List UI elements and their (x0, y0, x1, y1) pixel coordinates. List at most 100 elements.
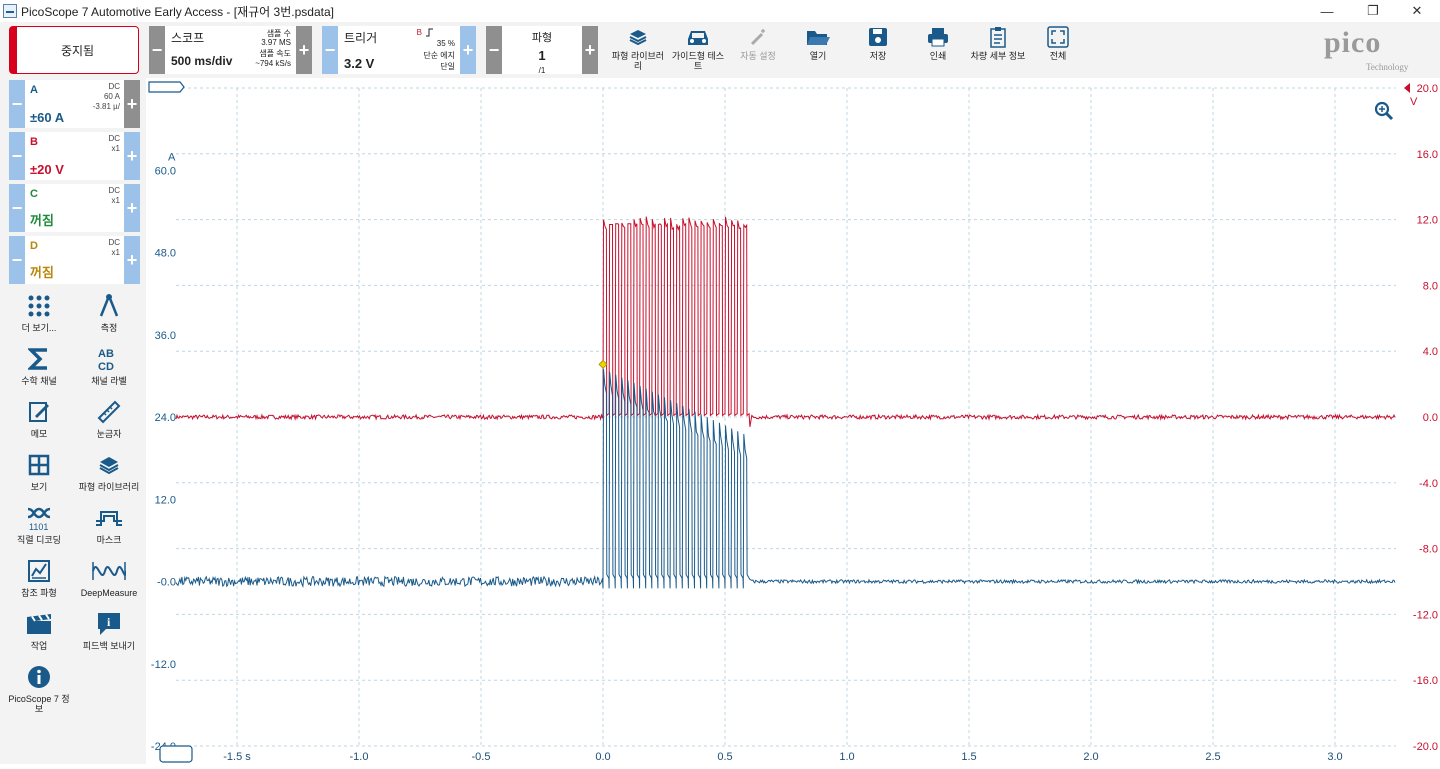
trigger-channel: B (416, 28, 422, 37)
clipboard-icon (990, 27, 1006, 48)
library-icon (99, 457, 119, 475)
vehicle-details-label: 차량 세부 정보 (970, 51, 1026, 61)
fullscreen-label: 전체 (1049, 51, 1067, 61)
folder-icon (807, 31, 830, 45)
waveform-prev-button[interactable]: − (486, 26, 502, 74)
trigger-mode[interactable]: 단순 에지 (423, 50, 455, 61)
channel-b-coupling: DC (108, 134, 120, 143)
waveform-current[interactable]: 1 (502, 48, 582, 63)
mask-button[interactable]: 마스크 (76, 504, 142, 556)
channel-a-coupling-block: DC 60 A -3.81 µ/ (93, 82, 120, 112)
oscilloscope-plot[interactable]: -1.5 s -1.0 -0.5 0.0 0.5 1.0 1.5 2.0 2.5 3.0 20.0 1… (146, 78, 1440, 764)
channel-c-body[interactable]: C DC x1 꺼짐 (25, 184, 124, 232)
feedback-button[interactable]: i 피드백 보내기 (76, 610, 142, 662)
sidebar: − A DC 60 A -3.81 µ/ ±60 A + − B DC x1 ±… (0, 78, 146, 764)
minimize-button[interactable]: — (1304, 0, 1350, 22)
channel-c-decrease-button[interactable]: − (9, 184, 25, 232)
clapper-icon (27, 613, 51, 634)
maximize-button[interactable]: ❐ (1350, 0, 1396, 22)
channel-b-scale-marker (1404, 83, 1410, 93)
x-tick-label: -1.5 s (223, 751, 251, 763)
notes-button[interactable]: 메모 (6, 398, 72, 450)
x-tick-label: 1.5 (961, 751, 976, 763)
channel-d-coupling-block: DC x1 (108, 238, 120, 258)
channel-a-body[interactable]: A DC 60 A -3.81 µ/ ±60 A (25, 80, 124, 128)
run-stop-button[interactable]: 중지됨 (9, 26, 139, 74)
more-button[interactable]: 더 보기... (6, 292, 72, 344)
zoom-icon[interactable] (1374, 101, 1394, 121)
channel-b-body[interactable]: B DC x1 ±20 V (25, 132, 124, 180)
fullscreen-button[interactable]: 전체 (1028, 26, 1088, 74)
auto-setup-button[interactable]: 자동 설정 (728, 26, 788, 74)
right-tick-label: 12.0 (1417, 215, 1438, 227)
channel-a-coupling: DC (108, 82, 120, 91)
save-button[interactable]: 저장 (848, 26, 908, 74)
print-button[interactable]: 인쇄 (908, 26, 968, 74)
library-icon (629, 30, 647, 46)
channel-b-probe: x1 (111, 144, 120, 153)
trigger-level[interactable]: 3.2 V (344, 56, 374, 71)
print-icon (928, 28, 948, 47)
channel-c-name: C (30, 188, 38, 200)
timebase-increase-button[interactable]: + (296, 26, 312, 74)
ruler-handle-bottom[interactable] (159, 745, 193, 763)
scope-label: 스코프 (171, 31, 205, 45)
trigger-repeat[interactable]: 단일 (440, 61, 455, 72)
channel-d-decrease-button[interactable]: − (9, 236, 25, 284)
measure-button[interactable]: 측정 (76, 292, 142, 344)
open-button[interactable]: 열기 (788, 26, 848, 74)
ruler-button[interactable]: 눈금자 (76, 398, 142, 450)
waveform-next-button[interactable]: + (582, 26, 598, 74)
about-label: PicoScope 7 정보 (8, 694, 70, 714)
waveform-library-button[interactable]: 파형 라이브러리 (608, 26, 668, 74)
channel-d-coupling: DC (108, 238, 120, 247)
rate-label: 샘플 속도 (259, 49, 291, 58)
channel-label-button[interactable]: AB CD 채널 라벨 (76, 345, 142, 397)
actions-button[interactable]: 작업 (6, 610, 72, 662)
note-icon (29, 402, 49, 422)
trigger-increase-button[interactable]: + (460, 26, 476, 74)
channel-a-control: − A DC 60 A -3.81 µ/ ±60 A + (9, 80, 140, 128)
channel-c-range: 꺼짐 (30, 213, 54, 228)
channel-a-probe: 60 A (103, 92, 120, 101)
channel-b-increase-button[interactable]: + (124, 132, 140, 180)
about-button[interactable]: PicoScope 7 정보 (6, 663, 72, 723)
guided-test-label: 가이드형 테스트 (671, 51, 725, 71)
feedback-label: 피드백 보내기 (82, 641, 136, 651)
timebase-decrease-button[interactable]: − (149, 26, 165, 74)
sidebar-library-button[interactable]: 파형 라이브러리 (76, 451, 142, 503)
math-channel-label: 수학 채널 (21, 376, 57, 386)
close-button[interactable]: ✕ (1394, 0, 1440, 22)
view-button[interactable]: 보기 (6, 451, 72, 503)
left-axis-unit: A (168, 151, 176, 163)
channel-c-probe: x1 (111, 196, 120, 205)
left-tick-label: -12.0 (151, 659, 176, 671)
save-label: 저장 (869, 51, 887, 61)
more-label: 더 보기... (21, 323, 57, 333)
channel-d-control: − D DC x1 꺼짐 + (9, 236, 140, 284)
deepmeasure-button[interactable]: DeepMeasure (76, 557, 142, 609)
channel-c-increase-button[interactable]: + (124, 184, 140, 232)
trigger-decrease-button[interactable]: − (322, 26, 338, 74)
reference-icon (28, 560, 50, 582)
vehicle-details-button[interactable]: 차량 세부 정보 (968, 26, 1028, 74)
auto-setup-label: 자동 설정 (740, 51, 776, 61)
channel-b-decrease-button[interactable]: − (9, 132, 25, 180)
channel-d-body[interactable]: D DC x1 꺼짐 (25, 236, 124, 284)
channel-a-decrease-button[interactable]: − (9, 80, 25, 128)
right-tick-label: 8.0 (1423, 280, 1438, 292)
channel-d-increase-button[interactable]: + (124, 236, 140, 284)
reference-waveform-button[interactable]: 참조 파형 (6, 557, 72, 609)
plot-overlays (148, 81, 1410, 763)
channel-c-coupling: DC (108, 186, 120, 195)
waveform-chart[interactable]: -1.5 s -1.0 -0.5 0.0 0.5 1.0 1.5 2.0 2.5 3.0 20.0 1… (146, 78, 1440, 764)
math-channel-button[interactable]: 수학 채널 (6, 345, 72, 397)
guided-test-button[interactable]: 가이드형 테스트 (668, 26, 728, 74)
x-tick-label: 0.5 (717, 751, 732, 763)
channel-a-increase-button[interactable]: + (124, 80, 140, 128)
serial-decode-button[interactable]: 1101 직렬 디코딩 (6, 504, 72, 556)
timebase-value[interactable]: 500 ms/div (171, 54, 232, 68)
deepmeasure-icon (92, 562, 126, 580)
ruler-handle-top[interactable] (148, 81, 185, 93)
channel-c-control: − C DC x1 꺼짐 + (9, 184, 140, 232)
